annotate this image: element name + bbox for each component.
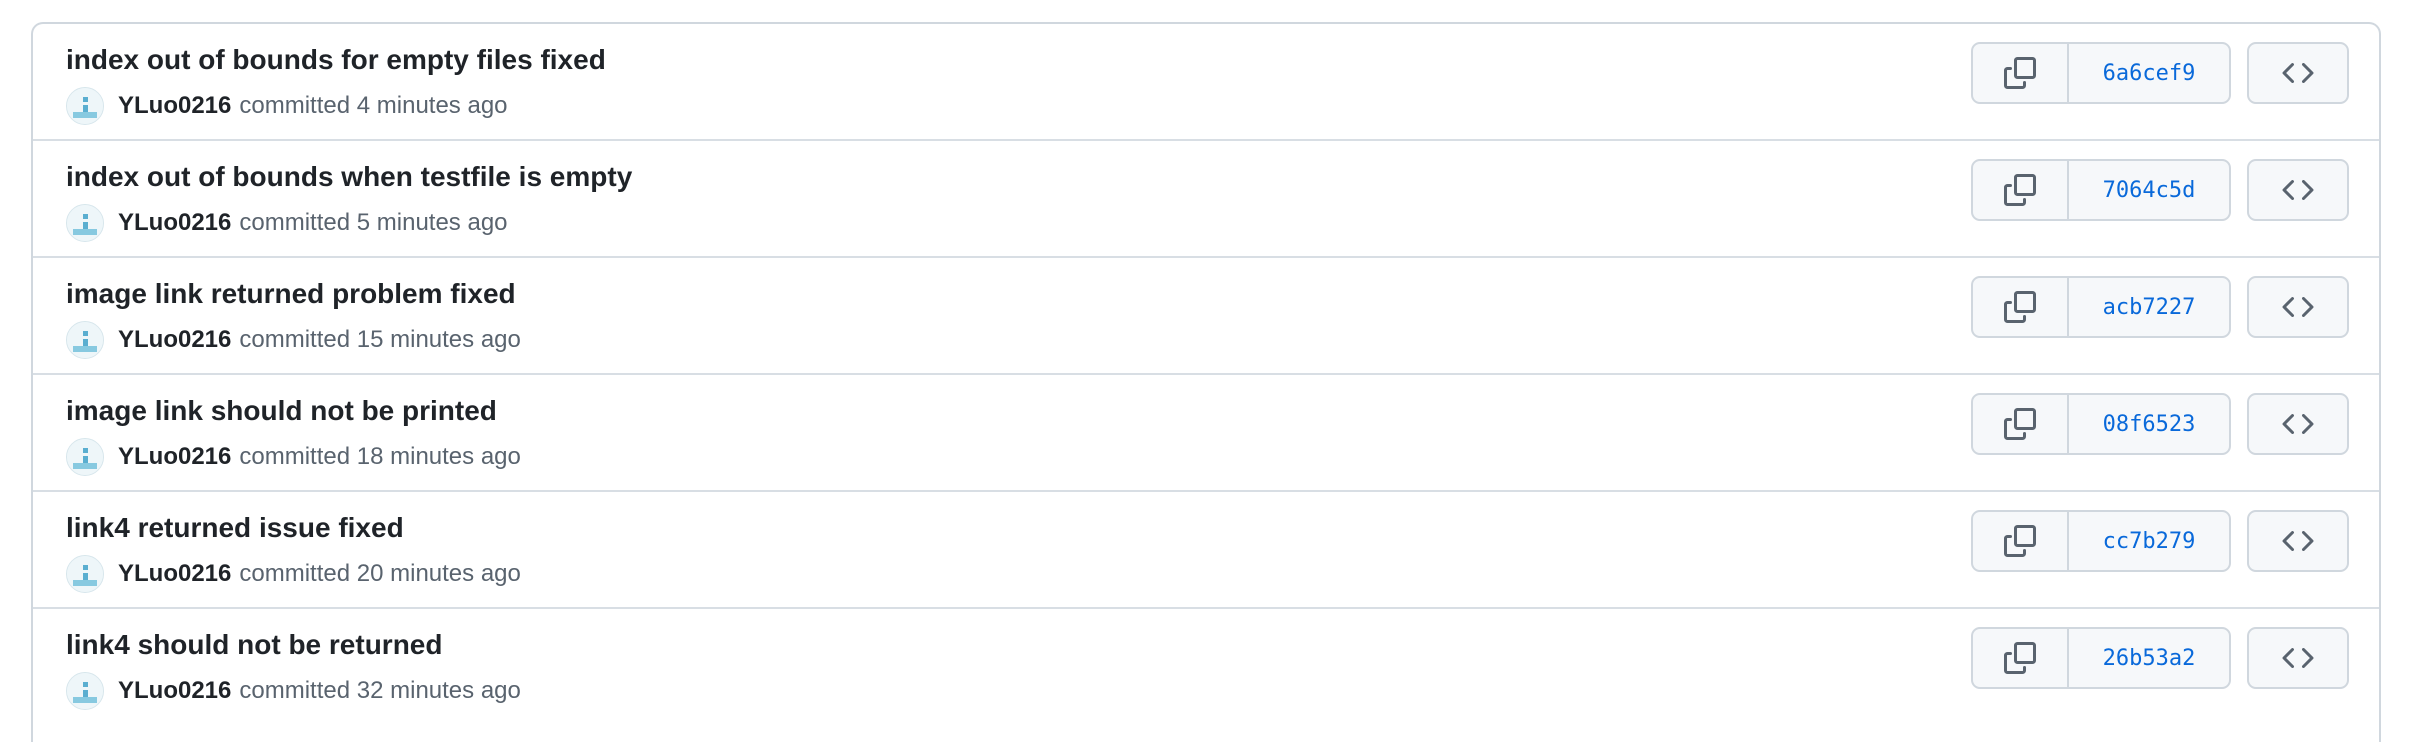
browse-repo-button[interactable] xyxy=(2247,42,2349,104)
commit-sha-link[interactable]: cc7b279 xyxy=(2069,512,2229,570)
commit-actions: cc7b279 xyxy=(1971,510,2349,572)
commit-meta: YLuo0216 committed 5 minutes ago xyxy=(66,203,508,243)
avatar[interactable] xyxy=(66,321,104,359)
commit-actions: 7064c5d xyxy=(1971,159,2349,221)
author-name[interactable]: YLuo0216 xyxy=(118,560,231,588)
commit-sha-link[interactable]: 08f6523 xyxy=(2069,395,2229,453)
commit-sha-link[interactable]: 6a6cef9 xyxy=(2069,44,2229,102)
copy-sha-button[interactable] xyxy=(1973,161,2069,219)
avatar[interactable] xyxy=(66,672,104,710)
copy-icon xyxy=(2004,57,2036,89)
commit-title-link[interactable]: index out of bounds for empty files fixe… xyxy=(66,44,606,76)
code-icon xyxy=(2282,291,2314,323)
copy-sha-button[interactable] xyxy=(1973,629,2069,687)
commit-meta: YLuo0216 committed 15 minutes ago xyxy=(66,320,521,360)
copy-sha-button[interactable] xyxy=(1973,44,2069,102)
avatar[interactable] xyxy=(66,87,104,125)
code-icon xyxy=(2282,174,2314,206)
commit-actions: 6a6cef9 xyxy=(1971,42,2349,104)
copy-icon xyxy=(2004,525,2036,557)
copy-sha-button[interactable] xyxy=(1973,278,2069,336)
browse-repo-button[interactable] xyxy=(2247,393,2349,455)
sha-button-group: 6a6cef9 xyxy=(1971,42,2231,104)
copy-icon xyxy=(2004,408,2036,440)
avatar[interactable] xyxy=(66,204,104,242)
commit-title-link[interactable]: image link should not be printed xyxy=(66,395,497,427)
author-name[interactable]: YLuo0216 xyxy=(118,677,231,705)
code-icon xyxy=(2282,57,2314,89)
commit-list: index out of bounds for empty files fixe… xyxy=(31,22,2381,742)
avatar[interactable] xyxy=(66,438,104,476)
copy-sha-button[interactable] xyxy=(1973,395,2069,453)
commit-meta: YLuo0216 committed 32 minutes ago xyxy=(66,671,521,711)
commit-sha-link[interactable]: acb7227 xyxy=(2069,278,2229,336)
commit-row: link4 returned issue fixed YLuo0216 comm… xyxy=(33,492,2379,609)
commit-sha-link[interactable]: 7064c5d xyxy=(2069,161,2229,219)
commit-meta: YLuo0216 committed 20 minutes ago xyxy=(66,554,521,594)
sha-button-group: 26b53a2 xyxy=(1971,627,2231,689)
code-icon xyxy=(2282,642,2314,674)
commit-meta: YLuo0216 committed 18 minutes ago xyxy=(66,437,521,477)
commit-actions: acb7227 xyxy=(1971,276,2349,338)
commit-meta: YLuo0216 committed 4 minutes ago xyxy=(66,86,508,126)
commit-time: committed 18 minutes ago xyxy=(239,443,521,470)
commit-time: committed 5 minutes ago xyxy=(239,209,508,236)
commit-time: committed 15 minutes ago xyxy=(239,326,521,353)
commit-title-link[interactable]: image link returned problem fixed xyxy=(66,278,516,310)
browse-repo-button[interactable] xyxy=(2247,159,2349,221)
author-name[interactable]: YLuo0216 xyxy=(118,209,231,237)
commit-time: committed 32 minutes ago xyxy=(239,677,521,704)
browse-repo-button[interactable] xyxy=(2247,276,2349,338)
code-icon xyxy=(2282,525,2314,557)
avatar[interactable] xyxy=(66,555,104,593)
commit-time: committed 20 minutes ago xyxy=(239,560,521,587)
commit-row: link4 should not be returned YLuo0216 co… xyxy=(33,609,2379,726)
browse-repo-button[interactable] xyxy=(2247,510,2349,572)
sha-button-group: cc7b279 xyxy=(1971,510,2231,572)
author-name[interactable]: YLuo0216 xyxy=(118,443,231,471)
commit-title-link[interactable]: link4 should not be returned xyxy=(66,629,442,661)
commit-title-link[interactable]: link4 returned issue fixed xyxy=(66,512,404,544)
commit-row: index out of bounds for empty files fixe… xyxy=(33,24,2379,141)
commit-actions: 26b53a2 xyxy=(1971,627,2349,689)
sha-button-group: 08f6523 xyxy=(1971,393,2231,455)
commit-time: committed 4 minutes ago xyxy=(239,92,508,119)
commit-title-link[interactable]: index out of bounds when testfile is emp… xyxy=(66,161,632,193)
copy-sha-button[interactable] xyxy=(1973,512,2069,570)
copy-icon xyxy=(2004,642,2036,674)
commit-sha-link[interactable]: 26b53a2 xyxy=(2069,629,2229,687)
commit-row: image link should not be printed YLuo021… xyxy=(33,375,2379,492)
browse-repo-button[interactable] xyxy=(2247,627,2349,689)
copy-icon xyxy=(2004,174,2036,206)
commit-row: image link returned problem fixed YLuo02… xyxy=(33,258,2379,375)
sha-button-group: 7064c5d xyxy=(1971,159,2231,221)
commit-row: index out of bounds when testfile is emp… xyxy=(33,141,2379,258)
author-name[interactable]: YLuo0216 xyxy=(118,92,231,120)
code-icon xyxy=(2282,408,2314,440)
sha-button-group: acb7227 xyxy=(1971,276,2231,338)
commit-actions: 08f6523 xyxy=(1971,393,2349,455)
author-name[interactable]: YLuo0216 xyxy=(118,326,231,354)
copy-icon xyxy=(2004,291,2036,323)
